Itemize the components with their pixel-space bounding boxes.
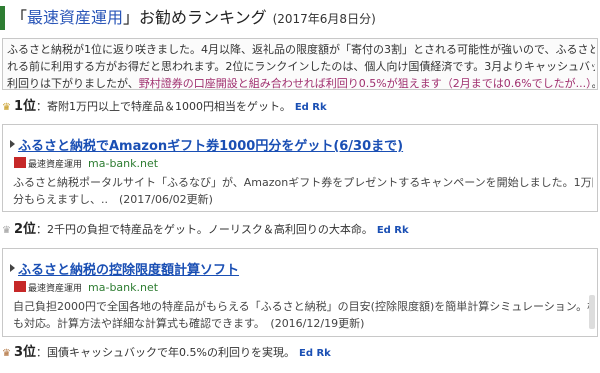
crown-icon: ♛: [2, 225, 11, 236]
card-body-line: も対応。計算方法や詳細な計算式も確認できます。 (2016/12/19更新): [13, 317, 365, 330]
rank-3-heading: ♛ 3位：国債キャッシュバックで年0.5%の利回りを実現。 Ed Rk: [2, 344, 331, 362]
title-open-bracket: 「: [11, 8, 28, 27]
rank-edit-link[interactable]: Ed Rk: [295, 102, 327, 113]
site-logo-icon: [14, 281, 26, 292]
intro-line-3-text: 利回りは下がりましたが、: [7, 77, 139, 90]
rank-description: ：国債キャッシュバックで年0.5%の利回りを実現。: [36, 346, 295, 359]
site-url[interactable]: ma-bank.net: [88, 281, 158, 294]
card-body: ふるさと納税ポータルサイト「ふるなび」が、Amazonギフト券をプレゼントするキ…: [13, 174, 593, 208]
card-body-line: ふるさと納税ポータルサイト「ふるなび」が、Amazonギフト券をプレゼントするキ…: [13, 176, 593, 189]
card-title-link[interactable]: ふるさと納税でAmazonギフト券1000円分をゲット(6/30まで): [18, 135, 403, 154]
page-title: 「最速資産運用」お勧めランキング (2017年6月8日分): [11, 6, 376, 31]
card-title-link[interactable]: ふるさと納税の控除限度額計算ソフト: [18, 259, 239, 278]
card-body-line: 自己負担2000円で全国各地の特産品がもらえる「ふるさと納税」の目安(控除限度額…: [13, 300, 593, 313]
triangle-right-icon: [10, 140, 15, 148]
rank-edit-link[interactable]: Ed Rk: [299, 348, 331, 359]
card-scrollbar[interactable]: [589, 295, 595, 329]
crown-icon: ♛: [2, 102, 11, 113]
card-body: 自己負担2000円で全国各地の特産品がもらえる「ふるさと納税」の目安(控除限度額…: [13, 298, 593, 332]
page-header: 「最速資産運用」お勧めランキング (2017年6月8日分): [0, 0, 600, 36]
site-name: 最速資産運用: [28, 160, 83, 170]
intro-line-2: れる前に利用する方がお得だと思われます。2位にランクインしたのは、個人向け国債経…: [7, 60, 595, 73]
rank-edit-link[interactable]: Ed Rk: [377, 225, 409, 236]
intro-line-1-text: ふるさと納税が1位に返り咲きました。4月以降、返礼品の限度額が「寄付の3割」とさ…: [7, 43, 595, 56]
title-brand[interactable]: 最速資産運用: [27, 8, 123, 27]
intro-line-3-end: 。: [592, 77, 595, 89]
intro-box: ふるさと納税が1位に返り咲きました。4月以降、返礼品の限度額が「寄付の3割」とさ…: [2, 38, 598, 90]
rank-2-heading: ♛ 2位：2千円の負担で特産品をゲット。ノーリスク＆高利回りの大本命。 Ed Rk: [2, 221, 409, 239]
crown-icon: ♛: [2, 348, 11, 359]
rank-2-card: ふるさと納税の控除限度額計算ソフト 最速資産運用 ma-bank.net 自己負担…: [2, 248, 598, 337]
rank-1-card: ふるさと納税でAmazonギフト券1000円分をゲット(6/30まで) 最速資産…: [2, 124, 598, 212]
intro-line-1: ふるさと納税が1位に返り咲きました。4月以降、返礼品の限度額が「寄付の3割」とさ…: [7, 41, 595, 58]
site-name: 最速資産運用: [28, 284, 83, 294]
rank-1-heading: ♛ 1位：寄附1万円以上で特産品＆1000円相当をゲット。 Ed Rk: [2, 98, 327, 116]
triangle-right-icon: [10, 264, 15, 272]
card-site: 最速資産運用 ma-bank.net: [14, 157, 158, 170]
card-body-line: 分もらえますし、.. (2017/06/02更新): [13, 193, 213, 206]
site-logo-icon: [14, 157, 26, 168]
header-accent-bar: [0, 6, 5, 30]
title-text: お勧めランキング: [139, 8, 267, 27]
rank-label: 2位: [14, 222, 37, 237]
title-close-bracket: 」: [123, 8, 140, 27]
rank-description: ：寄附1万円以上で特産品＆1000円相当をゲット。: [36, 100, 291, 113]
intro-line-3: 利回りは下がりましたが、野村證券の口座開設と組み合わせれば利回り0.5%が狙えま…: [7, 75, 595, 90]
rank-label: 3位: [14, 345, 37, 360]
rank-label: 1位: [14, 99, 37, 114]
intro-highlight-text: 野村證券の口座開設と組み合わせれば利回り0.5%が狙えます（2月までは0.6%で…: [138, 77, 592, 90]
rank-description: ：2千円の負担で特産品をゲット。ノーリスク＆高利回りの大本命。: [36, 223, 373, 236]
card-site: 最速資産運用 ma-bank.net: [14, 281, 158, 294]
title-date: (2017年6月8日分): [272, 12, 376, 26]
site-url[interactable]: ma-bank.net: [88, 157, 158, 170]
